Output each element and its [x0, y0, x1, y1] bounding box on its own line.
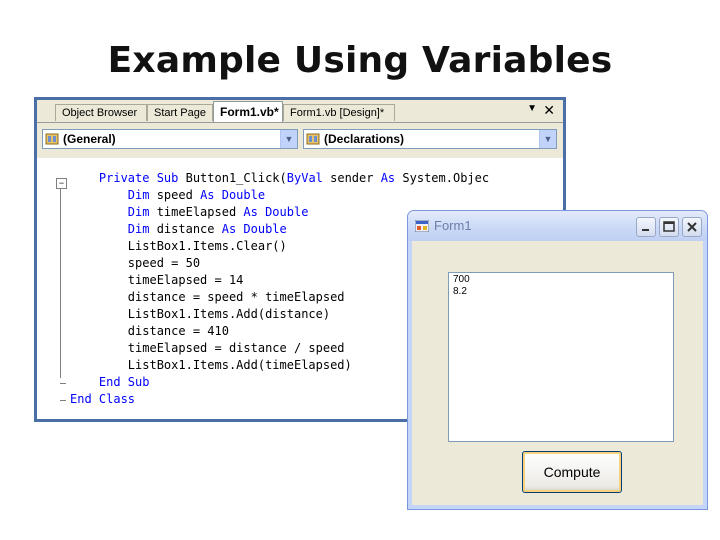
- class-name-combo[interactable]: (General) ▼: [42, 129, 298, 149]
- collapse-icon[interactable]: −: [56, 178, 67, 189]
- method-name-combo[interactable]: (Declarations) ▼: [303, 129, 557, 149]
- code-line[interactable]: ListBox1.Items.Clear(): [70, 238, 287, 255]
- document-tab-bar: Object Browser Start Page Form1.vb* Form…: [37, 100, 563, 123]
- tab-label: Form1.vb*: [220, 105, 279, 119]
- class-combo-value: (General): [63, 132, 116, 146]
- list-item[interactable]: 700: [453, 274, 669, 286]
- form-client-area: 700 8.2 Compute: [412, 241, 703, 505]
- tab-label: Object Browser: [62, 107, 138, 119]
- code-line[interactable]: End Class: [70, 391, 135, 408]
- outline-line: [60, 180, 61, 378]
- tab-label: Form1.vb [Design]*: [290, 107, 385, 119]
- tab-start-page[interactable]: Start Page: [147, 104, 213, 121]
- chevron-down-icon[interactable]: ▼: [527, 103, 537, 114]
- keyword-token: ByVal: [286, 171, 331, 185]
- form1-window: Form1 700 8.2 Compute: [407, 210, 708, 510]
- code-line[interactable]: ListBox1.Items.Add(timeElapsed): [70, 357, 352, 374]
- tab-form1-design[interactable]: Form1.vb [Design]*: [283, 104, 395, 121]
- form-title: Form1: [434, 218, 472, 233]
- code-line[interactable]: Dim timeElapsed As Double: [70, 204, 309, 221]
- code-line[interactable]: timeElapsed = distance / speed: [70, 340, 345, 357]
- code-line[interactable]: distance = speed * timeElapsed: [70, 289, 345, 306]
- close-icon: [687, 222, 697, 232]
- close-icon[interactable]: ✕: [543, 102, 555, 119]
- minimize-button[interactable]: [636, 217, 656, 237]
- close-button[interactable]: [682, 217, 702, 237]
- list-item[interactable]: 8.2: [453, 286, 669, 298]
- keyword-token: Dim: [127, 205, 157, 219]
- slide-title: Example Using Variables: [107, 40, 613, 81]
- keyword-token: As Double: [221, 222, 287, 236]
- code-line[interactable]: speed = 50: [70, 255, 200, 272]
- keyword-token: End Sub: [98, 375, 150, 389]
- class-icon: [45, 133, 59, 145]
- outline-tick: [60, 400, 66, 401]
- method-combo-value: (Declarations): [324, 132, 405, 146]
- keyword-token: As Double: [243, 205, 309, 219]
- tab-form1-code[interactable]: Form1.vb*: [213, 101, 283, 122]
- code-line[interactable]: distance = 410: [70, 323, 229, 340]
- form-title-bar[interactable]: Form1: [408, 211, 707, 241]
- code-line[interactable]: timeElapsed = 14: [70, 272, 244, 289]
- keyword-token: As: [380, 171, 403, 185]
- code-line[interactable]: End Sub: [70, 374, 150, 391]
- code-line[interactable]: Private Sub Button1_Click(ByVal sender A…: [70, 170, 489, 187]
- keyword-token: End Class: [70, 392, 136, 406]
- keyword-token: Private Sub: [98, 171, 186, 185]
- minimize-icon: [642, 229, 649, 231]
- listbox1[interactable]: 700 8.2: [448, 272, 674, 442]
- form-app-icon: [415, 220, 429, 232]
- declarations-icon: [306, 133, 320, 145]
- tab-label: Start Page: [154, 107, 206, 119]
- chevron-down-icon[interactable]: ▼: [539, 130, 556, 148]
- code-line[interactable]: Dim speed As Double: [70, 187, 265, 204]
- keyword-token: As Double: [200, 188, 266, 202]
- maximize-button[interactable]: [659, 217, 679, 237]
- keyword-token: Dim: [127, 188, 157, 202]
- keyword-token: Dim: [127, 222, 157, 236]
- compute-button[interactable]: Compute: [522, 451, 622, 493]
- tab-object-browser[interactable]: Object Browser: [55, 104, 147, 121]
- code-line[interactable]: Dim distance As Double: [70, 221, 287, 238]
- code-line[interactable]: ListBox1.Items.Add(distance): [70, 306, 330, 323]
- maximize-icon: [663, 221, 675, 232]
- outline-tick: [60, 383, 66, 384]
- chevron-down-icon[interactable]: ▼: [280, 130, 297, 148]
